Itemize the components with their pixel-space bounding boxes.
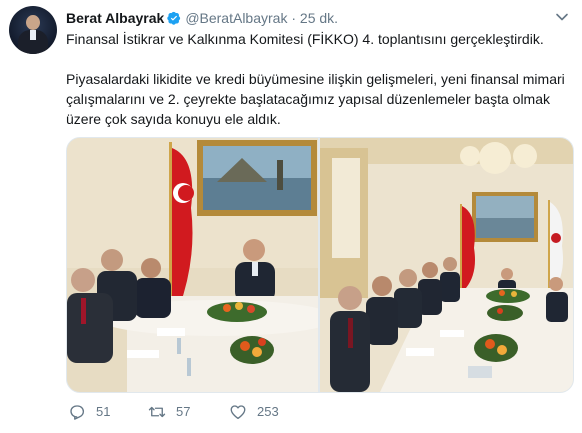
avatar-head — [26, 15, 40, 30]
like-button[interactable]: 253 — [229, 400, 299, 424]
avatar[interactable] — [9, 6, 57, 54]
reply-count: 51 — [96, 404, 111, 419]
tweet-text: Finansal İstikrar ve Kalkınma Komitesi (… — [66, 29, 566, 129]
timestamp[interactable]: 25 dk. — [300, 10, 338, 26]
verified-badge-icon — [167, 11, 181, 25]
separator-dot: · — [291, 10, 297, 26]
reply-button[interactable]: 51 — [68, 400, 128, 424]
tweet-media[interactable] — [66, 137, 574, 393]
meeting-photo-2[interactable] — [320, 138, 573, 392]
retweet-button[interactable]: 57 — [148, 400, 218, 424]
retweet-icon — [148, 406, 166, 418]
author-name[interactable]: Berat Albayrak — [66, 10, 164, 26]
tweet-actions: 51 57 253 — [66, 400, 546, 424]
tweet-line-2: Piyasalardaki likidite ve kredi büyümesi… — [66, 71, 565, 127]
meeting-photo-1[interactable] — [67, 138, 318, 392]
tweet-line-1: Finansal İstikrar ve Kalkınma Komitesi (… — [66, 31, 544, 47]
avatar-collar — [30, 30, 36, 40]
chevron-down-icon[interactable] — [555, 10, 569, 24]
tweet-header: Berat Albayrak @BeratAlbayrak · 25 dk. — [66, 9, 338, 27]
author-handle[interactable]: @BeratAlbayrak — [185, 10, 287, 26]
heart-icon — [230, 405, 246, 420]
like-count: 253 — [257, 404, 279, 419]
retweet-count: 57 — [176, 404, 191, 419]
reply-icon — [70, 405, 85, 420]
